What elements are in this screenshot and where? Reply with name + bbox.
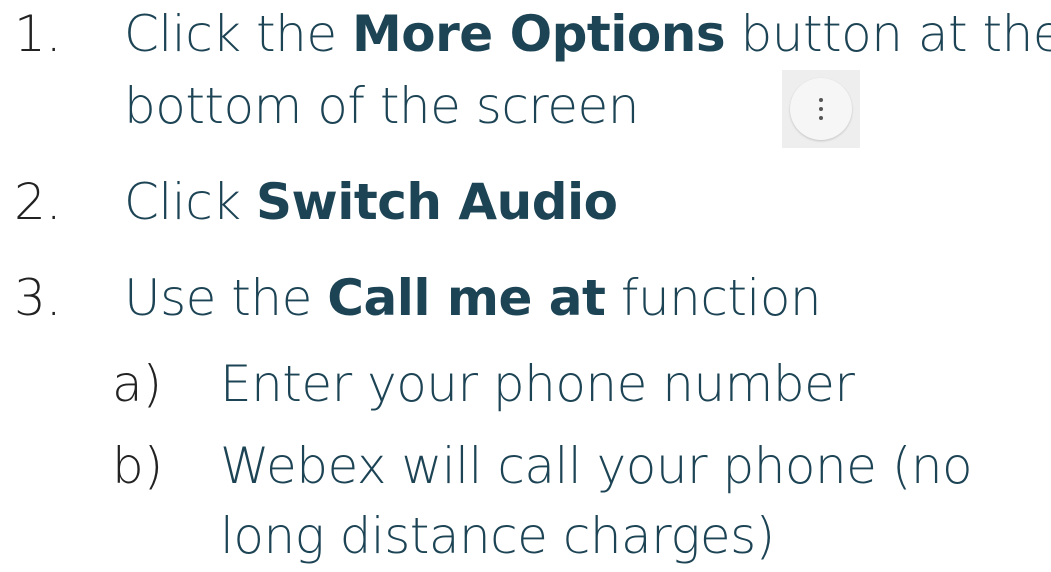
step-2-pre: Click [124,173,257,231]
step-1-post: button at the [725,5,1051,63]
step-1-pre: Click the [124,5,352,63]
substep-a-text: Enter your phone number [220,355,855,413]
step-2-number: 2. [14,173,62,231]
step-2-bold: Switch Audio [256,173,618,231]
substep-b-line-2: long distance charges) [220,507,775,565]
step-3-post: function [605,269,822,327]
substep-b-line-1: Webex will call your phone (no [220,437,973,495]
step-2-line: Click Switch Audio [124,166,618,238]
step-1-line-1: Click the More Options button at the [124,0,1051,70]
more-options-button-image [782,70,860,148]
more-options-button [790,78,852,140]
substep-a-letter: a) [112,355,163,413]
step-3-pre: Use the [124,269,328,327]
step-1-line-2: bottom of the screen [124,77,639,135]
step-3-line: Use the Call me at function [124,262,822,334]
step-3-number: 3. [14,269,62,327]
substep-b-letter: b) [112,437,164,495]
step-3-bold: Call me at [327,269,606,327]
step-1-number: 1. [14,5,62,63]
more-vertical-icon [819,98,823,102]
step-1-bold: More Options [351,5,726,63]
